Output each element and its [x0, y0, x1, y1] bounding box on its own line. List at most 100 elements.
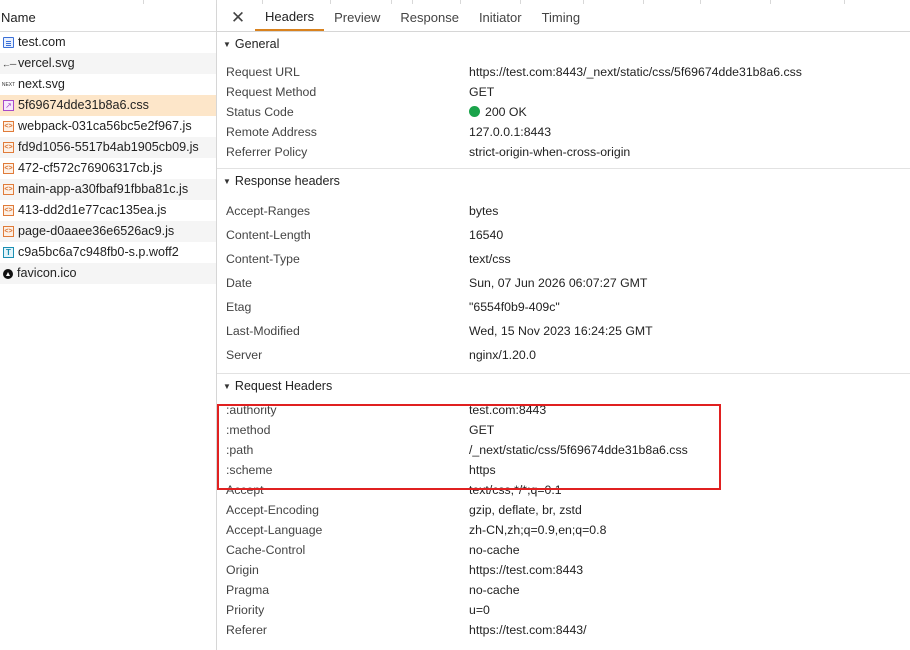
request-header-row: :authority test.com:8443 [217, 400, 910, 420]
header-key: Status Code [226, 105, 294, 119]
request-row[interactable]: <> fd9d1056-5517b4ab1905cb09.js [0, 137, 216, 158]
request-row[interactable]: <> webpack-031ca56bc5e2f967.js [0, 116, 216, 137]
header-value: zh-CN,zh;q=0.9,en;q=0.8 [469, 523, 607, 537]
section-title: General [234, 37, 280, 51]
js-file-icon: <> [3, 184, 14, 195]
request-row[interactable]: favicon.ico [0, 263, 216, 284]
section-title: Request Headers [234, 379, 333, 393]
header-key: Remote Address [226, 125, 317, 139]
header-key: :path [226, 443, 254, 457]
request-name: webpack-031ca56bc5e2f967.js [18, 119, 192, 133]
header-value: 16540 [469, 228, 504, 242]
header-key: Referer [226, 623, 268, 637]
request-name: c9a5bc6a7c948fb0-s.p.woff2 [18, 245, 179, 259]
header-key: :scheme [226, 463, 273, 477]
header-key: Accept-Encoding [226, 503, 319, 517]
response-headers-section-header[interactable]: ▼ Response headers [217, 168, 910, 194]
general-row: Remote Address 127.0.0.1:8443 [217, 122, 910, 142]
request-details-pane: ✕ Headers Preview Response Initiator Tim… [217, 4, 910, 650]
response-header-row: Etag "6554f0b9-409c" [217, 295, 910, 319]
request-row[interactable]: NEXT next.svg [0, 74, 216, 95]
header-key: Request Method [226, 85, 317, 99]
request-header-row: Priority u=0 [217, 600, 910, 620]
request-header-row: Referer https://test.com:8443/ [217, 620, 910, 640]
header-value: https://test.com:8443/_next/static/css/5… [469, 65, 802, 79]
general-section-header[interactable]: ▼ General [217, 32, 910, 57]
status-value: 200 OK [469, 102, 527, 122]
header-value: test.com:8443 [469, 403, 547, 417]
header-key: :authority [226, 403, 277, 417]
header-value: no-cache [469, 583, 520, 597]
header-key: Pragma [226, 583, 270, 597]
header-key: Request URL [226, 65, 300, 79]
request-name: 413-dd2d1e77cac135ea.js [18, 203, 167, 217]
header-key: Origin [226, 563, 259, 577]
expand-triangle-icon: ▼ [223, 382, 231, 391]
request-name: favicon.ico [17, 266, 77, 280]
response-header-row: Server nginx/1.20.0 [217, 343, 910, 367]
request-name: page-d0aaee36e6526ac9.js [18, 224, 175, 238]
header-value: u=0 [469, 603, 490, 617]
tab-response[interactable]: Response [390, 4, 469, 31]
js-file-icon: <> [3, 205, 14, 216]
header-value: bytes [469, 204, 499, 218]
header-key: Cache-Control [226, 543, 306, 557]
header-value: strict-origin-when-cross-origin [469, 145, 631, 159]
request-headers-section-header[interactable]: ▼ Request Headers [217, 373, 910, 399]
svg-file-icon: ←─ [1, 58, 16, 69]
request-list-pane: Name test.com ←─ vercel.svg NEXT next.sv… [0, 4, 217, 650]
svg-file-icon: NEXT [1, 81, 16, 88]
request-row[interactable]: <> main-app-a30fbaf91fbba81c.js [0, 179, 216, 200]
header-key: Content-Type [226, 252, 300, 266]
js-file-icon: <> [3, 142, 14, 153]
request-name: test.com [18, 35, 66, 49]
request-header-row: Accept-Language zh-CN,zh;q=0.9,en;q=0.8 [217, 520, 910, 540]
request-name: main-app-a30fbaf91fbba81c.js [18, 182, 189, 196]
header-key: Accept [226, 483, 264, 497]
request-name: next.svg [18, 77, 65, 91]
header-value: "6554f0b9-409c" [469, 300, 560, 314]
tab-headers[interactable]: Headers [255, 4, 325, 31]
name-column-header[interactable]: Name [0, 4, 216, 32]
header-value: GET [469, 423, 495, 437]
header-value: https://test.com:8443 [469, 563, 584, 577]
response-header-row: Accept-Ranges bytes [217, 199, 910, 223]
header-key: Content-Length [226, 228, 311, 242]
document-icon [3, 37, 14, 48]
response-header-row: Content-Length 16540 [217, 223, 910, 247]
request-name: vercel.svg [18, 56, 75, 70]
request-name: 5f69674dde31b8a6.css [18, 98, 149, 112]
section-title: Response headers [234, 174, 340, 188]
header-key: Date [226, 276, 252, 290]
header-value: Wed, 15 Nov 2023 16:24:25 GMT [469, 324, 653, 338]
request-row[interactable]: <> page-d0aaee36e6526ac9.js [0, 221, 216, 242]
header-key: Accept-Language [226, 523, 323, 537]
general-row: Referrer Policy strict-origin-when-cross… [217, 142, 910, 162]
request-header-row: Accept-Encoding gzip, deflate, br, zstd [217, 500, 910, 520]
header-value: https://test.com:8443/ [469, 623, 587, 637]
request-header-row: :scheme https [217, 460, 910, 480]
request-row[interactable]: <> 472-cf572c76906317cb.js [0, 158, 216, 179]
tab-preview[interactable]: Preview [324, 4, 390, 31]
header-key: Etag [226, 300, 252, 314]
request-header-row: :path /_next/static/css/5f69674dde31b8a6… [217, 440, 910, 460]
response-header-row: Content-Type text/css [217, 247, 910, 271]
header-value: 127.0.0.1:8443 [469, 125, 552, 139]
favicon-icon [3, 268, 13, 279]
request-row[interactable]: test.com [0, 32, 216, 53]
status-text: 200 OK [485, 105, 527, 119]
request-row[interactable]: <> 413-dd2d1e77cac135ea.js [0, 200, 216, 221]
request-row[interactable]: ←─ vercel.svg [0, 53, 216, 74]
header-key: :method [226, 423, 271, 437]
tab-initiator[interactable]: Initiator [469, 4, 532, 31]
header-value: text/css,*/*;q=0.1 [469, 483, 562, 497]
request-header-row: Accept text/css,*/*;q=0.1 [217, 480, 910, 500]
header-value: text/css [469, 252, 511, 266]
request-row-selected[interactable]: ↗ 5f69674dde31b8a6.css [0, 95, 216, 116]
request-header-row: Pragma no-cache [217, 580, 910, 600]
font-file-icon: T [3, 247, 14, 258]
tab-timing[interactable]: Timing [532, 4, 591, 31]
request-row[interactable]: T c9a5bc6a7c948fb0-s.p.woff2 [0, 242, 216, 263]
close-icon[interactable]: ✕ [229, 4, 247, 31]
request-name: fd9d1056-5517b4ab1905cb09.js [18, 140, 199, 154]
